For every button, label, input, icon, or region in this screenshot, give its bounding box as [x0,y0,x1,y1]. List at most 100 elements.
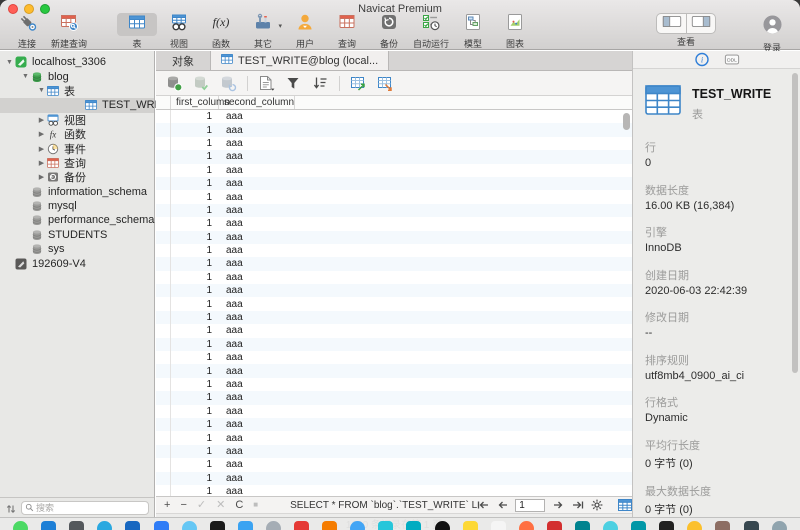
dock-app-icon[interactable] [462,521,478,530]
sidebar-item--[interactable]: ▼ 表 [0,84,154,98]
sidebar-item-blog[interactable]: ▼ blog [0,69,154,83]
table-row[interactable]: 1 aaa [156,377,632,392]
row-header[interactable] [156,243,171,258]
table-row[interactable]: 1 aaa [156,284,632,298]
dock-app-icon[interactable] [237,521,253,530]
sidebar-item--[interactable]: ▶ 事件 [0,141,154,156]
table-row[interactable]: 1 aaa [156,484,632,496]
table-row[interactable]: 1 aaa [156,230,632,244]
cell-first-column[interactable]: 1 [171,459,219,470]
table-row[interactable]: 1 aaa [156,471,632,485]
toolbar-backup-button[interactable]: 备份 [368,13,410,50]
cell-second-column[interactable]: aaa [219,379,295,390]
tab-objects[interactable]: 对象 [156,51,210,70]
table-row[interactable]: 1 aaa [156,391,632,405]
login-button[interactable]: 登录 [750,13,794,54]
tab-table-data[interactable]: TEST_WRITE@blog (local... [210,51,390,70]
cell-first-column[interactable]: 1 [171,178,219,189]
cell-first-column[interactable]: 1 [171,339,219,350]
dock-app-icon[interactable] [13,521,29,530]
table-row[interactable]: 1 aaa [156,324,632,338]
disclosure-triangle[interactable]: ▼ [20,73,31,80]
cell-first-column[interactable]: 1 [171,258,219,269]
dock-app-icon[interactable] [294,521,310,530]
prev-page-icon[interactable] [496,499,508,511]
row-header-corner[interactable] [156,96,171,109]
row-header[interactable] [156,417,171,432]
dock-app-icon[interactable] [153,521,169,530]
cell-second-column[interactable]: aaa [219,433,295,444]
dock-app-icon[interactable] [350,521,366,530]
table-row[interactable]: 1 aaa [156,364,632,378]
table-row[interactable]: 1 aaa [156,337,632,352]
dock-app-icon[interactable] [715,521,731,530]
cell-first-column[interactable]: 1 [171,433,219,444]
sidebar-item-information-schema[interactable]: information_schema [0,185,154,199]
cell-second-column[interactable]: aaa [219,111,295,122]
cell-second-column[interactable]: aaa [219,205,295,216]
ddl-icon[interactable]: DDL [724,52,740,67]
delete-record-button[interactable]: − [180,499,186,511]
row-header[interactable] [156,270,171,285]
cell-first-column[interactable]: 1 [171,325,219,336]
table-row[interactable]: 1 aaa [156,431,632,445]
cell-second-column[interactable]: aaa [219,486,295,496]
stop-button[interactable]: ■ [253,501,258,509]
gear-icon[interactable] [591,499,603,511]
cell-first-column[interactable]: 1 [171,205,219,216]
cell-second-column[interactable]: aaa [219,165,295,176]
cell-second-column[interactable]: aaa [219,366,295,377]
cell-first-column[interactable]: 1 [171,192,219,203]
sidebar-item-performance-schema[interactable]: performance_schema [0,213,154,227]
grid-scrollbar[interactable] [623,113,630,130]
cell-second-column[interactable]: aaa [219,459,295,470]
toolbar-user-button[interactable]: 用户 [284,13,326,50]
dock-app-icon[interactable] [603,521,619,530]
first-page-icon[interactable] [477,499,489,511]
cell-second-column[interactable]: aaa [219,339,295,350]
apply-changes-button[interactable]: ✓ [197,499,206,511]
cell-second-column[interactable]: aaa [219,232,295,243]
cell-second-column[interactable]: aaa [219,473,295,484]
sidebar-item-test-write[interactable]: TEST_WRITE [0,98,172,113]
disclosure-triangle[interactable]: ▶ [36,145,47,153]
row-header[interactable] [156,297,171,311]
cell-first-column[interactable]: 1 [171,352,219,363]
cell-second-column[interactable]: aaa [219,151,295,162]
row-header[interactable] [156,471,171,485]
table-row[interactable]: 1 aaa [156,257,632,271]
row-header[interactable] [156,110,171,124]
column-header-first[interactable]: first_column [171,96,230,109]
toggle-left-pane-button[interactable] [657,14,686,33]
row-header[interactable] [156,458,171,472]
cell-first-column[interactable]: 1 [171,165,219,176]
sidebar-item-students[interactable]: STUDENTS [0,228,154,242]
export-wizard-icon[interactable] [376,74,394,92]
disclosure-triangle[interactable]: ▶ [36,173,47,181]
row-header[interactable] [156,364,171,378]
cell-first-column[interactable]: 1 [171,125,219,136]
row-header[interactable] [156,123,171,137]
dock-app-icon[interactable] [631,521,647,530]
dock-app-icon[interactable] [771,521,787,530]
toolbar-function-button[interactable]: f(x) 函数 [200,13,242,50]
dock-app-icon[interactable] [434,521,450,530]
discard-changes-button[interactable]: ✕ [216,499,225,511]
cell-second-column[interactable]: aaa [219,218,295,229]
toolbar-model-button[interactable]: 模型 [452,13,494,50]
disclosure-triangle[interactable]: ▶ [36,116,47,124]
cell-first-column[interactable]: 1 [171,111,219,122]
dock-app-icon[interactable] [743,521,759,530]
import-wizard-icon[interactable] [349,74,367,92]
row-header[interactable] [156,391,171,405]
add-record-button[interactable]: + [164,499,170,511]
table-row[interactable]: 1 aaa [156,123,632,137]
dock-app-icon[interactable] [490,521,506,530]
page-number-input[interactable] [515,498,546,512]
row-header[interactable] [156,377,171,392]
cell-first-column[interactable]: 1 [171,419,219,430]
cell-second-column[interactable]: aaa [219,178,295,189]
cell-first-column[interactable]: 1 [171,151,219,162]
row-header[interactable] [156,351,171,365]
cell-second-column[interactable]: aaa [219,325,295,336]
